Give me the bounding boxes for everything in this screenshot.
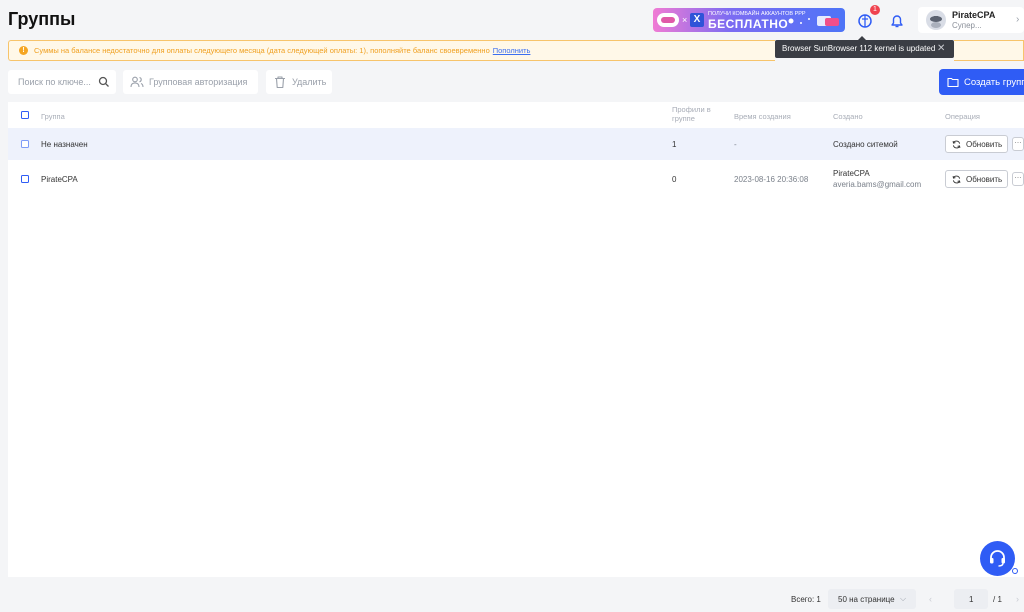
chevron-left-icon[interactable]: ‹: [929, 594, 932, 604]
promo-banner-icon: [657, 13, 679, 27]
support-status-dot: [1012, 568, 1018, 574]
promo-banner[interactable]: × X ПОЛУЧИ КОМБАЙН АККАУНТОВ PPP БЕСПЛАТ…: [653, 8, 845, 32]
promo-decoration: [788, 16, 839, 26]
table-header: Группа Профили в группе Время создания С…: [8, 102, 1024, 128]
total-pages: / 1: [993, 595, 1002, 604]
more-icon[interactable]: ⋯: [1012, 137, 1024, 151]
page-title: Группы: [8, 9, 76, 29]
header-created-time: Время создания: [734, 112, 791, 121]
user-role: Супер...: [952, 21, 982, 30]
close-icon[interactable]: ✕: [937, 40, 945, 58]
delete-label: Удалить: [292, 77, 327, 87]
users-icon: [130, 76, 144, 88]
cell-created-by: Создано ситемой: [833, 140, 898, 149]
cell-group: PirateCPA: [41, 175, 78, 184]
header-profiles: Профили в группе: [672, 105, 711, 123]
chevron-right-icon: ›: [1016, 14, 1020, 25]
refresh-icon: [952, 140, 961, 149]
trash-icon: [275, 76, 285, 89]
more-icon[interactable]: ⋯: [1012, 172, 1024, 186]
search-input[interactable]: Поиск по ключе...: [8, 70, 116, 94]
update-button[interactable]: Обновить: [945, 135, 1008, 153]
alert-text: Суммы на балансе недостаточно для оплаты…: [34, 46, 490, 55]
table-row[interactable]: Не назначен 1 - Создано ситемой Обновить…: [8, 128, 1024, 160]
warning-icon: !: [19, 46, 28, 55]
support-button[interactable]: [980, 541, 1015, 576]
header-operation: Операция: [945, 112, 980, 121]
delete-button[interactable]: Удалить: [266, 70, 332, 94]
cell-profiles: 0: [672, 175, 677, 184]
per-page-label: 50 на странице: [838, 595, 895, 604]
update-label: Обновить: [966, 175, 1003, 184]
chevron-right-icon[interactable]: ›: [1016, 594, 1019, 604]
cell-time: 2023-08-16 20:36:08: [734, 175, 809, 184]
header-group: Группа: [41, 112, 65, 121]
search-icon[interactable]: [98, 76, 110, 88]
group-auth-label: Групповая авторизация: [149, 77, 248, 87]
tooltip-text: Browser SunBrowser 112 kernel is updated: [782, 44, 936, 53]
avatar-icon: [926, 10, 946, 30]
update-label: Обновить: [966, 140, 1003, 149]
table-row[interactable]: PirateCPA 0 2023-08-16 20:36:08 PirateCP…: [8, 163, 1024, 195]
cell-profiles: 1: [672, 140, 677, 149]
row-checkbox[interactable]: [21, 175, 29, 183]
per-page-select[interactable]: 50 на странице ⌵: [828, 589, 916, 609]
search-placeholder: Поиск по ключе...: [18, 77, 91, 87]
create-group-button[interactable]: Создать групп: [939, 69, 1024, 95]
cell-time: -: [734, 140, 737, 149]
bell-icon[interactable]: [886, 10, 908, 32]
balance-alert-end: [954, 40, 1024, 61]
update-button[interactable]: Обновить: [945, 170, 1008, 188]
select-all-checkbox[interactable]: [21, 111, 29, 119]
cell-group: Не назначен: [41, 140, 88, 149]
notification-badge: 1: [870, 5, 880, 15]
top-up-link[interactable]: Пополнить: [493, 46, 531, 55]
chevron-down-icon: ⌵: [900, 594, 907, 603]
create-group-label: Создать групп: [964, 77, 1024, 88]
page-input[interactable]: 1: [954, 589, 988, 609]
promo-logo: X: [690, 13, 704, 27]
folder-icon: [947, 77, 959, 88]
group-auth-button[interactable]: Групповая авторизация: [123, 70, 258, 94]
row-checkbox[interactable]: [21, 140, 29, 148]
user-name: PirateCPA: [952, 10, 996, 20]
balance-alert: ! Суммы на балансе недостаточно для опла…: [8, 40, 775, 61]
cell-created-by-email: averia.bams@gmail.com: [833, 180, 922, 189]
cell-created-by: PirateCPA: [833, 169, 870, 178]
total-count: Всего: 1: [791, 595, 821, 604]
headset-icon: [990, 550, 1005, 567]
user-menu[interactable]: PirateCPA Супер... ›: [918, 7, 1024, 33]
groups-table: Группа Профили в группе Время создания С…: [8, 102, 1024, 577]
header-created-by: Создано: [833, 112, 863, 121]
update-tooltip: Browser SunBrowser 112 kernel is updated…: [775, 36, 954, 58]
current-page: 1: [969, 595, 974, 604]
refresh-icon: [952, 175, 961, 184]
